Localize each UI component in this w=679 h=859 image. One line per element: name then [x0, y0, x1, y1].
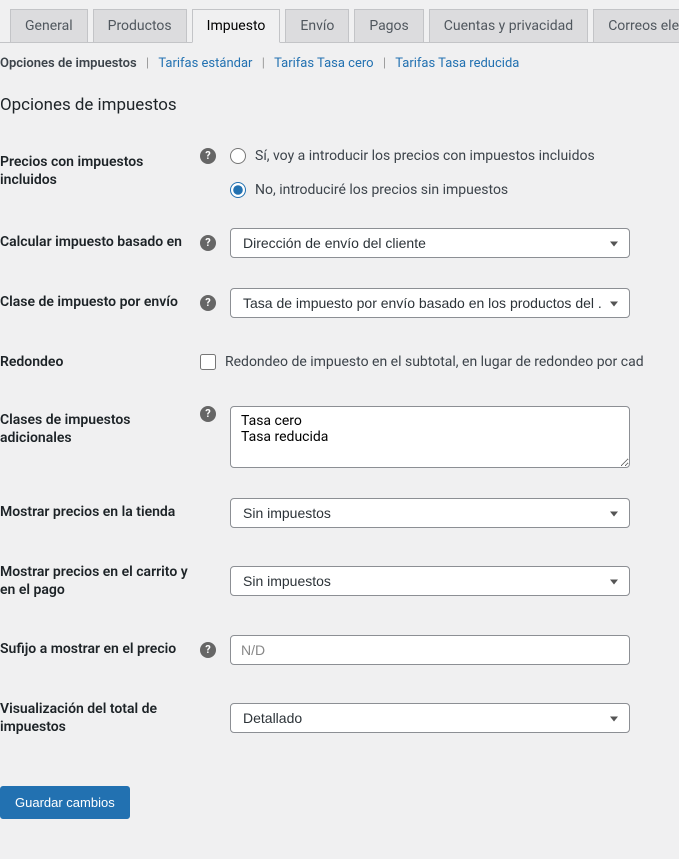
select-tax-total-display[interactable]: Detallado — [230, 703, 630, 733]
select-calc-based-on[interactable]: Dirección de envío del cliente — [230, 228, 630, 258]
subnav-opciones[interactable]: Opciones de impuestos — [0, 56, 143, 71]
tab-general[interactable]: General — [10, 9, 88, 42]
subnav-tasa-reducida[interactable]: Tarifas Tasa reducida — [389, 56, 525, 71]
help-icon[interactable] — [200, 406, 216, 422]
radio-option-no[interactable]: No, introduciré los precios sin impuesto… — [230, 182, 595, 198]
section-title: Opciones de impuestos — [0, 95, 679, 115]
select-shipping-tax-class[interactable]: Tasa de impuesto por envío basado en los… — [230, 288, 630, 318]
help-icon[interactable] — [200, 235, 216, 251]
label-prices-with-tax: Precios con impuestos incluidos — [0, 133, 200, 213]
subnav-tasa-cero[interactable]: Tarifas Tasa cero — [268, 56, 379, 71]
tab-cuentas[interactable]: Cuentas y privacidad — [429, 9, 588, 42]
subnav-separator: | — [383, 56, 386, 71]
label-display-cart: Mostrar precios en el carrito y en el pa… — [0, 543, 200, 619]
radio-group-prices: Sí, voy a introducir los precios con imp… — [230, 148, 595, 198]
select-display-cart[interactable]: Sin impuestos — [230, 566, 630, 596]
subnav-separator: | — [146, 56, 149, 71]
radio-no-input[interactable] — [230, 182, 246, 198]
tab-correos[interactable]: Correos electróni — [593, 9, 679, 42]
save-button[interactable]: Guardar cambios — [0, 786, 130, 819]
select-display-shop[interactable]: Sin impuestos — [230, 498, 630, 528]
label-display-shop: Mostrar precios en la tienda — [0, 483, 200, 543]
tab-impuesto[interactable]: Impuesto — [192, 9, 281, 43]
tab-envio[interactable]: Envío — [285, 9, 349, 42]
checkbox-rounding[interactable] — [200, 354, 216, 370]
help-icon[interactable] — [200, 295, 216, 311]
subnav-estandar[interactable]: Tarifas estándar — [152, 56, 258, 71]
textarea-additional-classes[interactable] — [230, 406, 630, 468]
label-tax-total-display: Visualización del total de impuestos — [0, 680, 200, 756]
help-icon[interactable] — [200, 642, 216, 658]
help-icon[interactable] — [200, 148, 216, 164]
radio-option-yes[interactable]: Sí, voy a introducir los precios con imp… — [230, 148, 595, 164]
checkbox-rounding-label: Redondeo de impuesto en el subtotal, en … — [225, 354, 644, 370]
settings-tabs: General Productos Impuesto Envío Pagos C… — [0, 0, 679, 43]
subnav: Opciones de impuestos | Tarifas estándar… — [0, 43, 679, 71]
label-price-suffix: Sufijo a mostrar en el precio — [0, 620, 200, 680]
tab-productos[interactable]: Productos — [93, 9, 187, 42]
radio-yes-input[interactable] — [230, 148, 246, 164]
label-calc-based-on: Calcular impuesto basado en — [0, 213, 200, 273]
radio-no-label: No, introduciré los precios sin impuesto… — [255, 182, 508, 198]
radio-yes-label: Sí, voy a introducir los precios con imp… — [255, 148, 595, 164]
subnav-separator: | — [262, 56, 265, 71]
settings-form: Precios con impuestos incluidos Sí, voy … — [0, 133, 679, 756]
input-price-suffix[interactable] — [230, 635, 630, 665]
label-additional-classes: Clases de impuestos adicionales — [0, 391, 200, 483]
label-rounding: Redondeo — [0, 333, 200, 391]
tab-pagos[interactable]: Pagos — [354, 9, 423, 42]
label-shipping-tax-class: Clase de impuesto por envío — [0, 273, 200, 333]
